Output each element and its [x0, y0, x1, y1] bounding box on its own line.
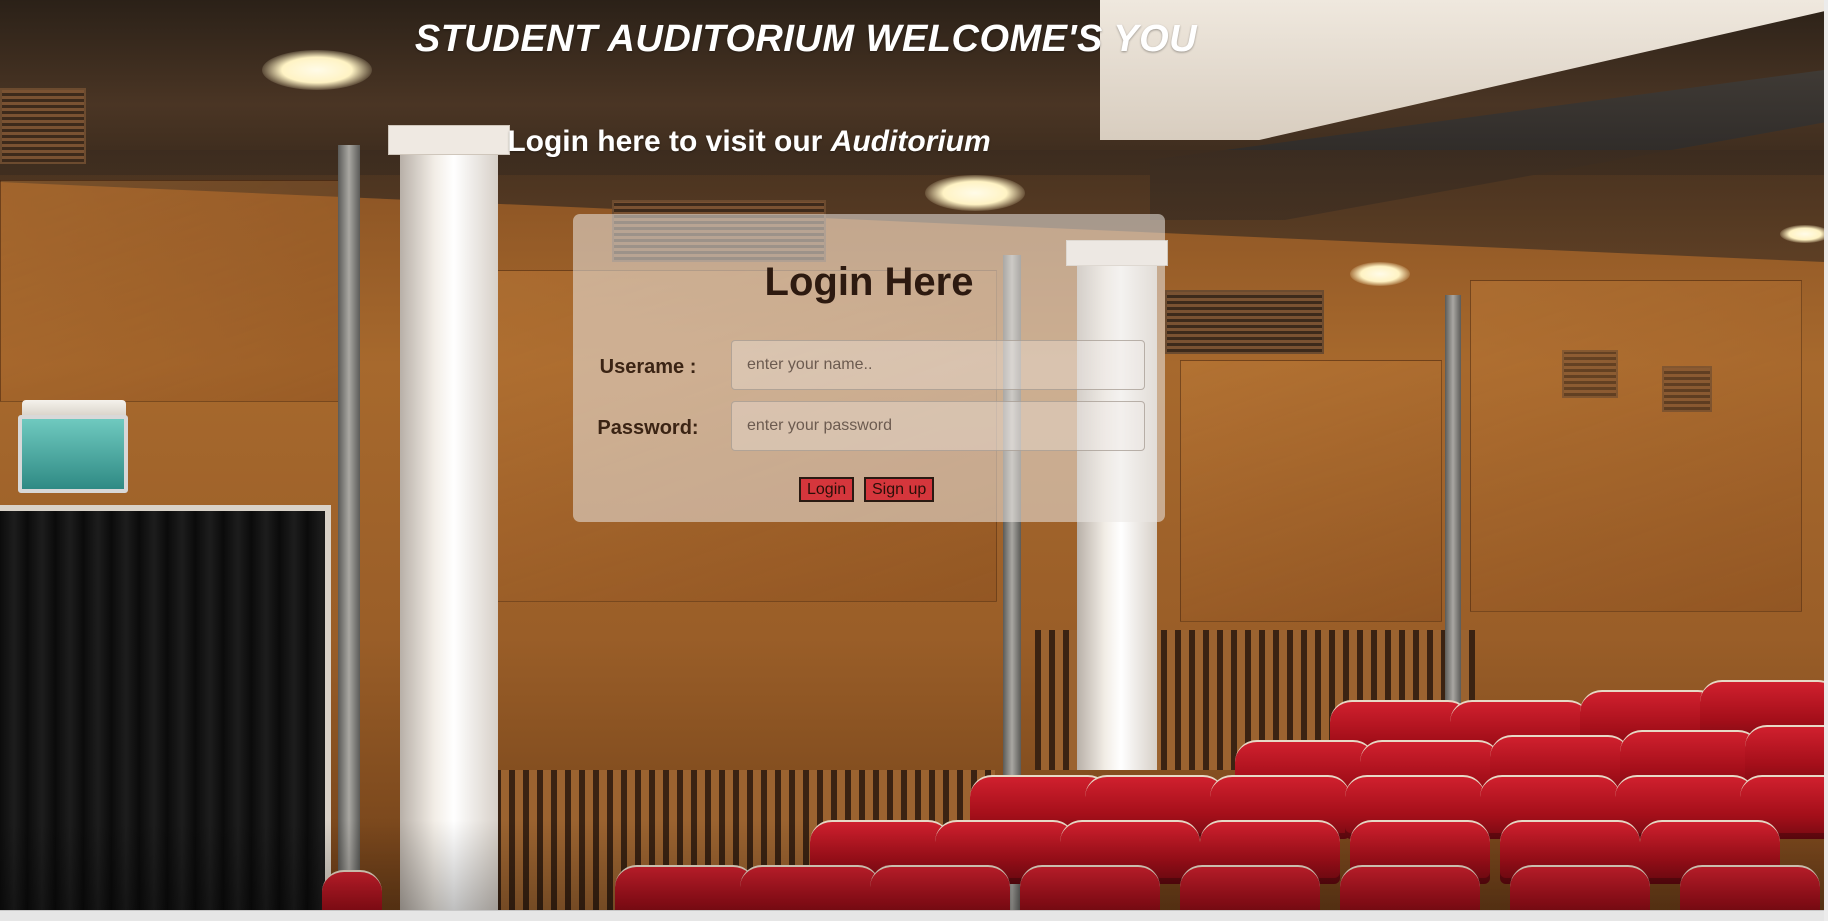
page-subtitle: Login here to visit our Auditorium [0, 125, 1828, 159]
floor-shade [0, 820, 1824, 910]
window-right-edge [1824, 0, 1828, 921]
ceiling-light [1780, 225, 1824, 243]
signup-button[interactable]: Sign up [864, 477, 935, 502]
username-input[interactable] [731, 340, 1145, 390]
wood-panel [1470, 280, 1802, 612]
subtitle-emphasis: Auditorium [830, 125, 991, 158]
username-label: Userame : [599, 356, 697, 378]
subtitle-text: Login here to visit our [507, 125, 831, 158]
wall-rail [338, 145, 360, 910]
login-button[interactable]: Login [799, 477, 855, 502]
wood-panel [0, 180, 340, 402]
password-input[interactable] [731, 401, 1145, 451]
ceiling-light [1350, 262, 1410, 286]
login-heading: Login Here [764, 260, 974, 304]
exit-sign [18, 415, 128, 493]
window-bottom-edge [0, 910, 1828, 921]
password-label: Password: [597, 417, 699, 439]
login-form: Login Here Userame : Password: Login Sig… [573, 214, 1165, 522]
ceiling-light [925, 175, 1025, 211]
wood-panel [1180, 360, 1442, 622]
wall-vent [1165, 290, 1324, 354]
page: STUDENT AUDITORIUM WELCOME'S YOU Login h… [0, 0, 1828, 921]
page-title: STUDENT AUDITORIUM WELCOME'S YOU [414, 18, 1198, 60]
white-column [400, 140, 498, 910]
